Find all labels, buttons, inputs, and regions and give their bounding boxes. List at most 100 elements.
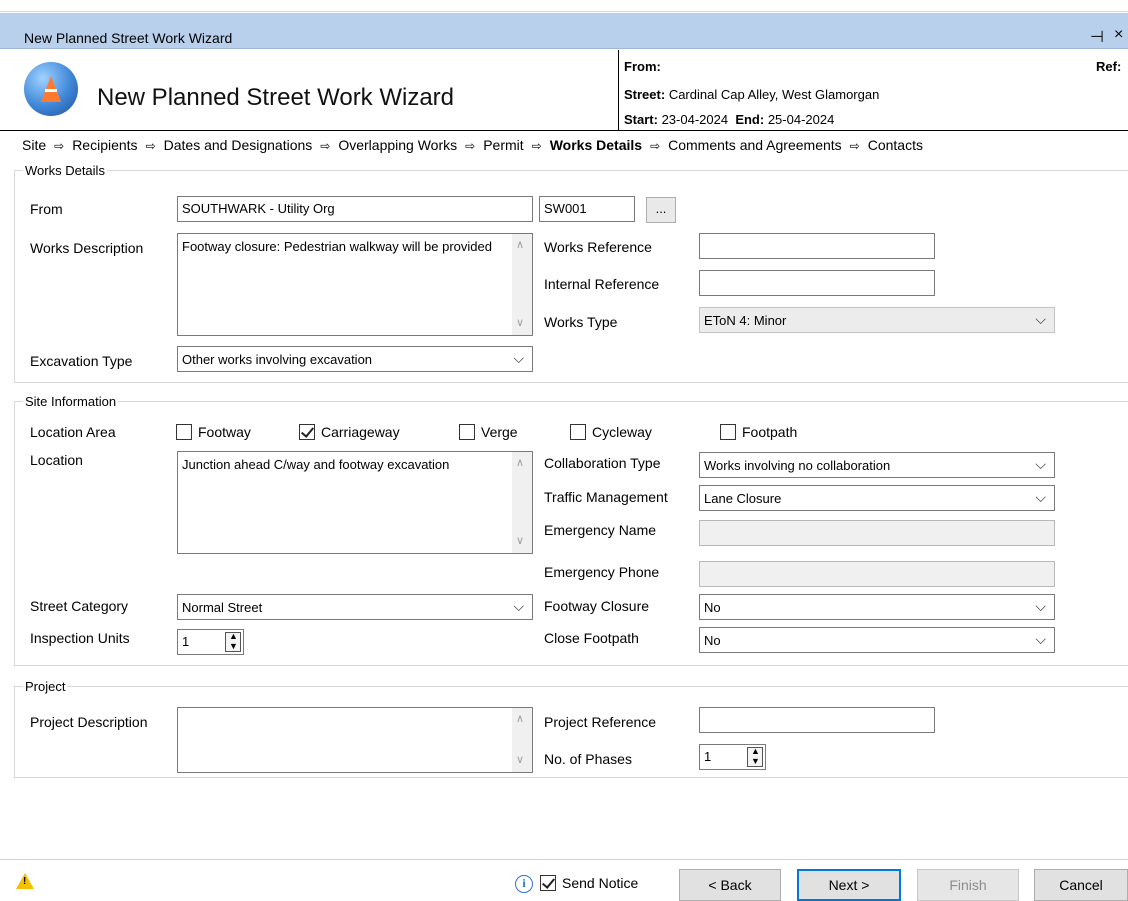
arrow-right-icon: ⇨ [54,139,65,153]
street-category-select[interactable]: Normal Street ⌵ [177,594,533,620]
info-icon[interactable]: i [515,875,533,893]
checkbox-box[interactable] [176,424,192,440]
works-description-label: Works Description [30,240,144,256]
works-details-legend: Works Details [25,163,105,178]
location-area-checkbox[interactable]: Carriageway [299,424,400,440]
close-footpath-label: Close Footpath [544,630,639,646]
works-reference-field[interactable] [699,233,935,259]
checkbox-box[interactable] [299,424,315,440]
window-title: New Planned Street Work Wizard [24,30,233,46]
checkbox-box[interactable] [720,424,736,440]
checkbox-label: Footpath [742,424,798,440]
footer-divider [0,859,1128,860]
works-description-text: Footway closure: Pedestrian walkway will… [182,239,492,254]
ref-label: Ref: [1096,59,1122,74]
breadcrumb-step[interactable]: Overlapping Works [338,137,457,153]
start-value: 23-04-2024 [661,112,729,127]
location-area-checkbox[interactable]: Cycleway [570,424,652,440]
window-top-edge [0,0,1128,12]
street-category-value: Normal Street [182,600,263,615]
header-street: Street: Cardinal Cap Alley, West Glamorg… [624,87,879,102]
street-value: Cardinal Cap Alley, West Glamorgan [668,87,880,102]
excavation-type-label: Excavation Type [30,353,133,369]
inspection-units-label: Inspection Units [30,630,130,646]
location-area-checkbox[interactable]: Verge [459,424,518,440]
location-scrollbar[interactable]: ∧ ∨ [512,452,532,553]
breadcrumb-step[interactable]: Recipients [72,137,137,153]
street-label: Street: [624,87,666,102]
send-notice-box[interactable] [540,875,556,891]
send-notice-label: Send Notice [562,875,639,891]
send-notice-checkbox[interactable]: Send Notice [540,875,638,891]
from-code-field[interactable]: SW001 [539,196,635,222]
arrow-right-icon: ⇨ [849,139,860,153]
location-area-checkbox[interactable]: Footpath [720,424,797,440]
traffic-management-select[interactable]: Lane Closure ⌵ [699,485,1055,511]
phases-label: No. of Phases [544,751,632,767]
pin-icon[interactable]: ⊣ [1090,27,1104,47]
breadcrumb-step[interactable]: Dates and Designations [164,137,313,153]
collaboration-type-select[interactable]: Works involving no collaboration ⌵ [699,452,1055,478]
emergency-phone-field[interactable] [699,561,1055,587]
chevron-down-icon: ⌵ [1035,311,1046,327]
collaboration-type-label: Collaboration Type [544,455,661,471]
traffic-cone-logo-icon [24,62,78,116]
header-bottom-line [0,130,1128,131]
chevron-down-icon: ⌵ [1035,631,1046,647]
phases-stepper[interactable]: 1 ▲ ▼ [699,744,766,770]
back-button[interactable]: < Back [679,869,781,901]
emergency-phone-label: Emergency Phone [544,564,660,580]
warning-icon[interactable]: ! [16,873,34,889]
emergency-name-label: Emergency Name [544,522,657,538]
footway-closure-select[interactable]: No ⌵ [699,594,1055,620]
inspection-units-stepper[interactable]: 1 ▲ ▼ [177,629,244,655]
breadcrumb-step[interactable]: Contacts [868,137,923,153]
arrow-right-icon: ⇨ [531,139,542,153]
browse-org-button[interactable]: ... [646,197,676,223]
footway-closure-label: Footway Closure [544,598,650,614]
window-titlebar[interactable]: New Planned Street Work Wizard ⊣ × [0,13,1128,49]
works-reference-label: Works Reference [544,239,652,255]
stepper-arrows-icon[interactable]: ▲ ▼ [747,746,763,767]
stepper-arrows-icon[interactable]: ▲ ▼ [225,631,241,652]
breadcrumb-step[interactable]: Site [22,137,46,153]
from-label: From: [624,59,661,74]
arrow-right-icon: ⇨ [145,139,156,153]
next-button[interactable]: Next > [797,869,901,901]
project-description-scrollbar[interactable]: ∧ ∨ [512,708,532,772]
cancel-button[interactable]: Cancel [1034,869,1128,901]
project-reference-field[interactable] [699,707,935,733]
location-label: Location [30,452,83,468]
footway-closure-value: No [704,600,721,615]
close-footpath-select[interactable]: No ⌵ [699,627,1055,653]
street-category-label: Street Category [30,598,129,614]
end-label: End: [735,112,765,127]
breadcrumb-step[interactable]: Comments and Agreements [668,137,842,153]
finish-button[interactable]: Finish [917,869,1019,901]
works-description-scrollbar[interactable]: ∧ ∨ [512,234,532,335]
collaboration-type-value: Works involving no collaboration [704,458,891,473]
arrow-right-icon: ⇨ [650,139,661,153]
checkbox-box[interactable] [570,424,586,440]
location-area-checkbox[interactable]: Footway [176,424,251,440]
close-icon[interactable]: × [1114,26,1123,44]
project-description-textarea[interactable]: ∧ ∨ [177,707,533,773]
traffic-management-value: Lane Closure [704,491,782,506]
start-label: Start: [624,112,658,127]
works-type-label: Works Type [544,314,618,330]
breadcrumb-step[interactable]: Permit [483,137,523,153]
checkbox-label: Carriageway [321,424,400,440]
chevron-down-icon: ⌵ [1035,489,1046,505]
checkbox-box[interactable] [459,424,475,440]
works-type-select[interactable]: EToN 4: Minor ⌵ [699,307,1055,333]
works-description-textarea[interactable]: Footway closure: Pedestrian walkway will… [177,233,533,336]
from-org-field[interactable]: SOUTHWARK - Utility Org [177,196,533,222]
chevron-down-icon: ⌵ [513,350,524,366]
location-textarea[interactable]: Junction ahead C/way and footway excavat… [177,451,533,554]
emergency-name-field[interactable] [699,520,1055,546]
excavation-type-select[interactable]: Other works involving excavation ⌵ [177,346,533,372]
checkbox-label: Footway [198,424,251,440]
internal-reference-field[interactable] [699,270,935,296]
breadcrumb-step[interactable]: Works Details [550,137,642,153]
works-type-value: EToN 4: Minor [704,313,787,328]
